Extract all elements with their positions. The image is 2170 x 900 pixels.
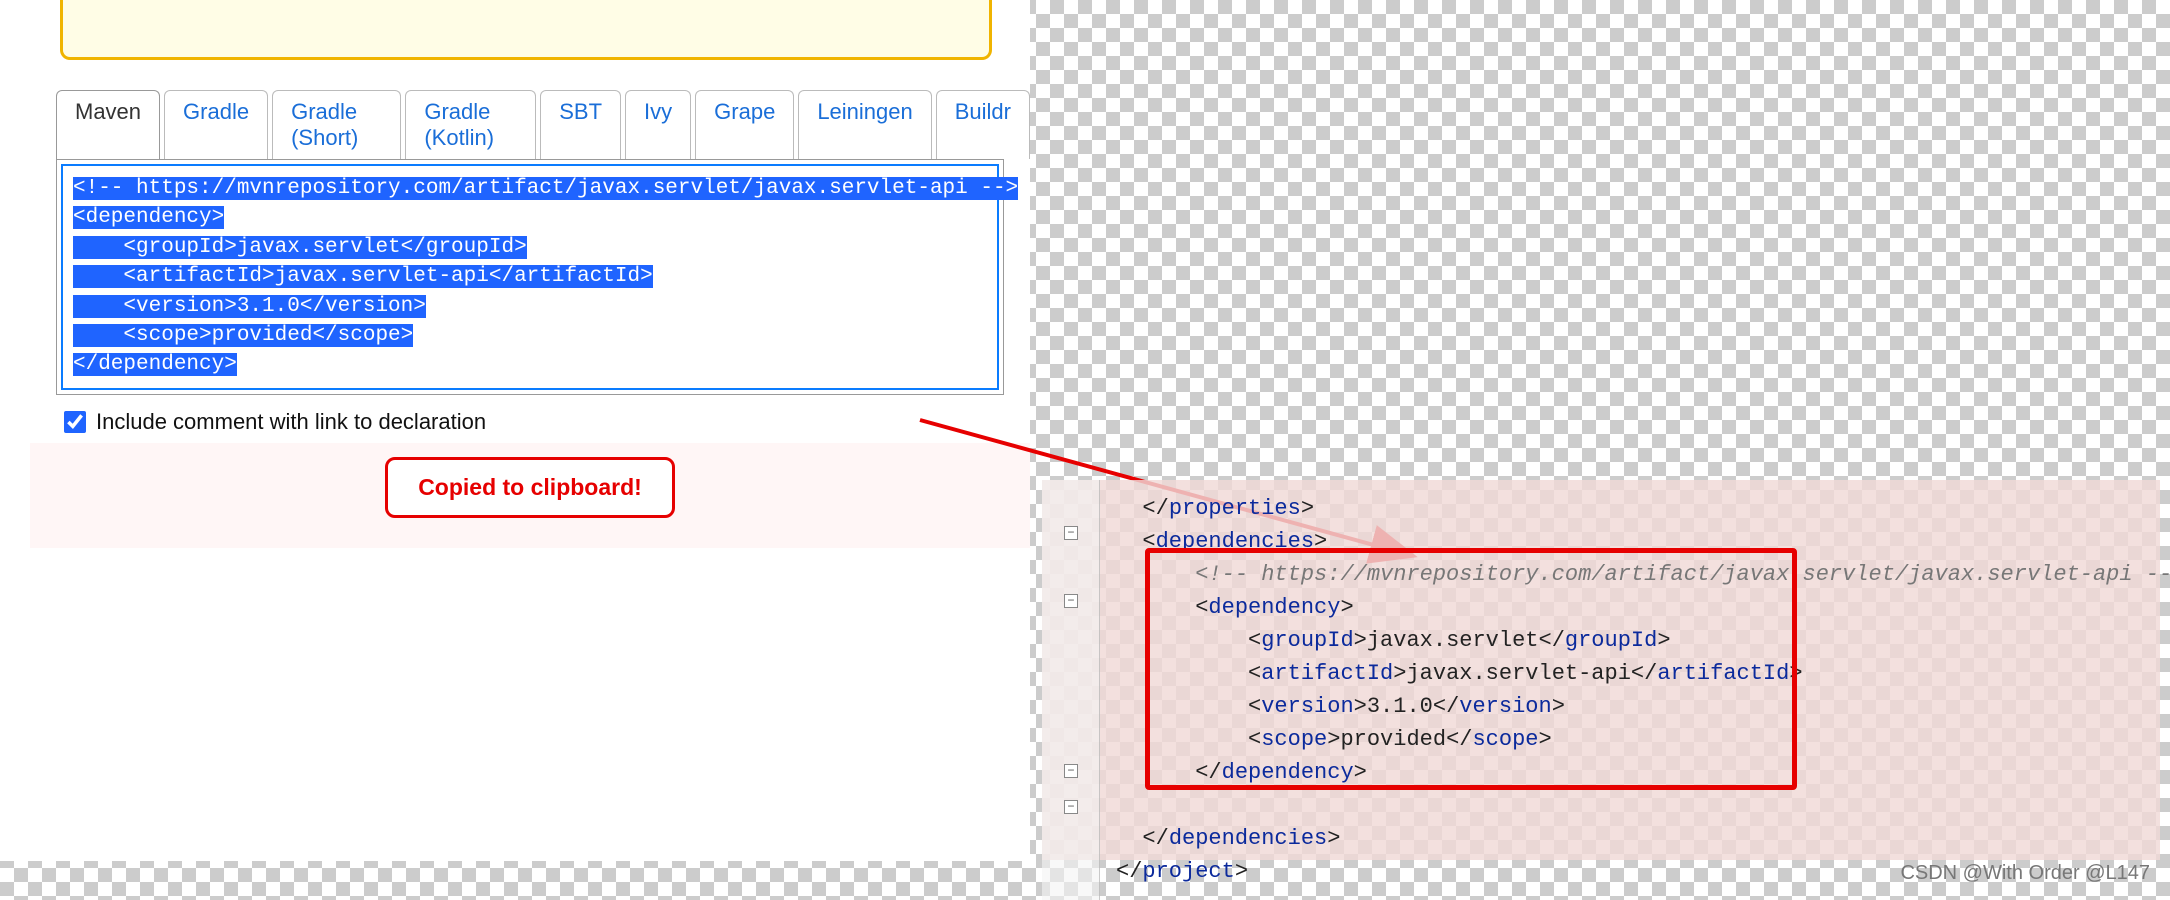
tab-gradle-kotlin[interactable]: Gradle (Kotlin) — [405, 90, 536, 159]
ide-line: <!-- https://mvnrepository.com/artifact/… — [1116, 558, 2140, 591]
mvnrepository-panel: Maven Gradle Gradle (Short) Gradle (Kotl… — [0, 0, 1030, 861]
build-tool-tabs: Maven Gradle Gradle (Short) Gradle (Kotl… — [56, 90, 1030, 159]
tab-buildr[interactable]: Buildr — [936, 90, 1030, 159]
dependency-snippet[interactable]: <!-- https://mvnrepository.com/artifact/… — [61, 164, 999, 390]
ide-line: <version>3.1.0</version> — [1116, 690, 2140, 723]
ide-line: <dependencies> — [1116, 525, 2140, 558]
ide-gutter: − − − − — [1042, 480, 1100, 900]
snippet-line: <dependency> — [73, 206, 224, 229]
fold-icon[interactable]: − — [1064, 526, 1078, 540]
copied-area: Copied to clipboard! — [30, 443, 1030, 548]
ide-line: </dependencies> — [1116, 822, 2140, 855]
include-comment-checkbox[interactable] — [64, 411, 86, 433]
ide-line: </dependency> — [1116, 756, 2140, 789]
tab-gradle[interactable]: Gradle — [164, 90, 268, 159]
snippet-line: <scope>provided</scope> — [73, 324, 413, 347]
include-comment-row[interactable]: Include comment with link to declaration — [64, 409, 1030, 435]
include-comment-label: Include comment with link to declaration — [96, 409, 486, 435]
dependency-snippet-box[interactable]: <!-- https://mvnrepository.com/artifact/… — [56, 159, 1004, 395]
ide-line: <artifactId>javax.servlet-api</artifactI… — [1116, 657, 2140, 690]
ide-line — [1116, 789, 2140, 822]
warning-box — [60, 0, 992, 60]
snippet-line: <artifactId>javax.servlet-api</artifactI… — [73, 265, 653, 288]
ide-line: </properties> — [1116, 492, 2140, 525]
tab-leiningen[interactable]: Leiningen — [798, 90, 931, 159]
snippet-line: <!-- https://mvnrepository.com/artifact/… — [73, 177, 1018, 200]
copied-badge: Copied to clipboard! — [385, 457, 675, 518]
ide-line: <dependency> — [1116, 591, 2140, 624]
fold-icon[interactable]: − — [1064, 800, 1078, 814]
tab-ivy[interactable]: Ivy — [625, 90, 691, 159]
tab-sbt[interactable]: SBT — [540, 90, 621, 159]
fold-icon[interactable]: − — [1064, 594, 1078, 608]
snippet-line: <groupId>javax.servlet</groupId> — [73, 236, 527, 259]
watermark-text: CSDN @With Order @L147 — [1900, 862, 2150, 885]
snippet-line: <version>3.1.0</version> — [73, 295, 426, 318]
ide-line: <scope>provided</scope> — [1116, 723, 2140, 756]
ide-editor-panel: − − − − </properties> <dependencies> <!-… — [1042, 480, 2160, 860]
tab-gradle-short[interactable]: Gradle (Short) — [272, 90, 401, 159]
tab-grape[interactable]: Grape — [695, 90, 794, 159]
tab-maven[interactable]: Maven — [56, 90, 160, 159]
fold-icon[interactable]: − — [1064, 764, 1078, 778]
ide-line: <groupId>javax.servlet</groupId> — [1116, 624, 2140, 657]
ide-code-area[interactable]: − − − − </properties> <dependencies> <!-… — [1042, 480, 2160, 900]
snippet-line: </dependency> — [73, 353, 237, 376]
